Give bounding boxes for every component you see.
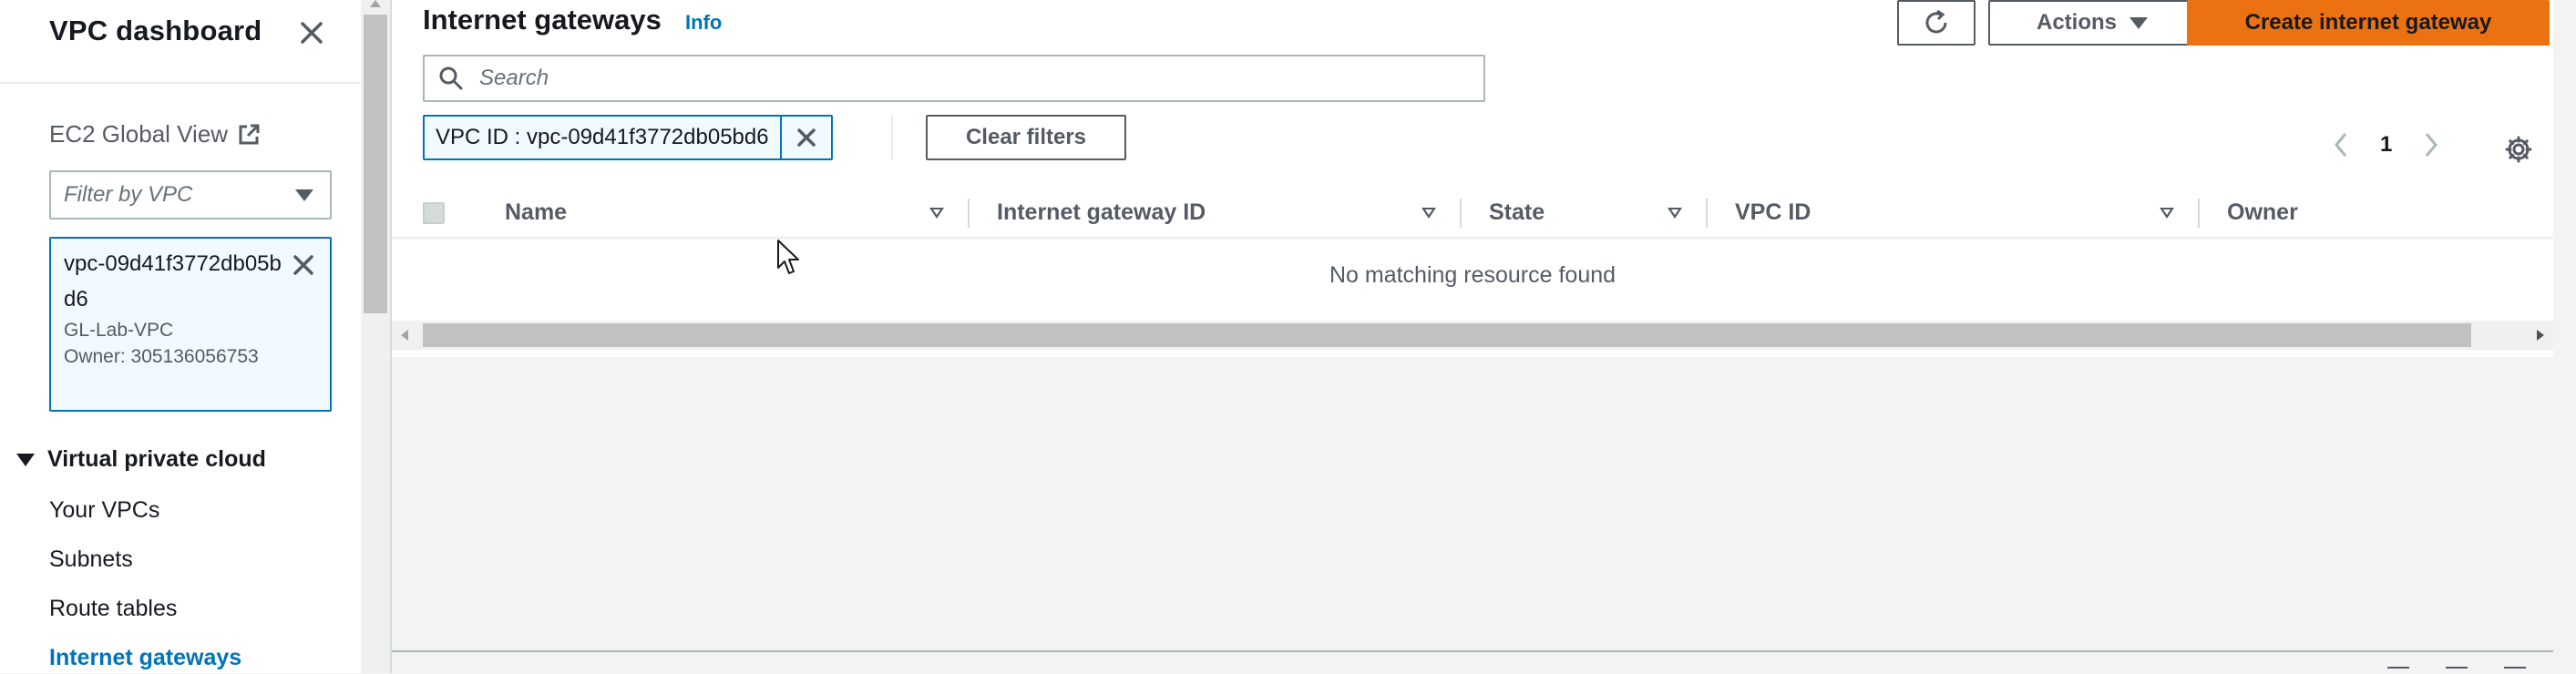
column-divider[interactable] — [1706, 199, 1708, 228]
pagination: 1 — [2333, 131, 2439, 158]
column-header-name[interactable]: Name — [505, 188, 567, 237]
sidebar-item-route-tables[interactable]: Route tables — [49, 596, 177, 622]
column-label: Internet gateway ID — [997, 199, 1206, 225]
sidebar-item-internet-gateways[interactable]: Internet gateways — [49, 645, 241, 671]
filter-token: VPC ID : vpc-09d41f3772db05bd6 — [423, 115, 833, 160]
sidebar-title: VPC dashboard — [49, 15, 262, 46]
ec2-global-view-label: EC2 Global View — [49, 120, 229, 148]
external-link-icon — [239, 124, 260, 144]
selected-vpc-name: GL-Lab-VPC — [64, 320, 174, 341]
sidebar-scrollbar[interactable] — [361, 0, 390, 673]
selected-vpc-owner: Owner: 305136056753 — [64, 346, 259, 367]
column-label: Name — [505, 199, 568, 225]
current-page-number[interactable]: 1 — [2380, 132, 2392, 158]
refresh-button[interactable] — [1897, 0, 1976, 46]
section-virtual-private-cloud[interactable]: Virtual private cloud — [16, 446, 266, 473]
column-divider[interactable] — [1460, 199, 1462, 228]
column-header-vpc-id[interactable]: VPC ID — [1735, 188, 1811, 237]
horizontal-scrollbar-thumb[interactable] — [423, 323, 2471, 347]
sidebar-scrollbar-thumb[interactable] — [364, 15, 387, 313]
page-title: Internet gateways — [423, 4, 662, 36]
search-icon — [439, 66, 463, 90]
sidebar-item-subnets[interactable]: Subnets — [49, 546, 133, 573]
previous-page-icon[interactable] — [2333, 131, 2349, 158]
search-bar[interactable] — [423, 55, 1485, 102]
filter-token-label: VPC ID : vpc-09d41f3772db05bd6 — [425, 117, 782, 158]
info-link[interactable]: Info — [685, 11, 722, 35]
column-label: Owner — [2227, 199, 2298, 225]
search-input[interactable] — [477, 65, 1465, 92]
close-icon — [796, 128, 816, 147]
vpc-filter-select[interactable]: Filter by VPC — [49, 170, 332, 220]
mouse-cursor-icon — [777, 240, 799, 274]
column-header-owner[interactable]: Owner — [2227, 188, 2298, 237]
caret-down-icon — [2130, 16, 2148, 29]
remove-vpc-icon[interactable] — [290, 251, 317, 279]
clear-filters-button[interactable]: Clear filters — [926, 115, 1126, 160]
select-all-checkbox[interactable] — [423, 202, 445, 224]
column-header-internet-gateway-id[interactable]: Internet gateway ID — [997, 188, 1206, 237]
sidebar-header: VPC dashboard — [0, 0, 361, 84]
sidebar: VPC dashboard EC2 Global View Filter by … — [0, 0, 361, 673]
selected-vpc-card: vpc-09d41f3772db05bd6 GL-Lab-VPC Owner: … — [49, 237, 332, 412]
actions-label: Actions — [2036, 10, 2117, 35]
close-icon[interactable] — [295, 16, 328, 49]
column-label: VPC ID — [1735, 199, 1811, 225]
split-panel-divider[interactable] — [392, 650, 2553, 652]
section-label: Virtual private cloud — [47, 446, 266, 472]
scroll-left-arrow-icon[interactable] — [401, 330, 408, 341]
next-page-icon[interactable] — [2423, 131, 2439, 158]
filter-separator — [891, 115, 893, 160]
vpc-filter-placeholder: Filter by VPC — [64, 182, 193, 207]
internet-gateways-panel: Internet gateways Info Actions Create in… — [392, 0, 2553, 357]
actions-button[interactable]: Actions — [1988, 0, 2196, 46]
gear-icon[interactable] — [2504, 135, 2533, 164]
column-label: State — [1489, 199, 1545, 225]
table-header: Name Internet gateway ID State VPC ID Ow… — [392, 188, 2553, 239]
create-internet-gateway-button[interactable]: Create internet gateway — [2187, 0, 2550, 46]
refresh-icon — [1925, 9, 1947, 34]
scroll-up-arrow-icon[interactable] — [370, 0, 381, 7]
caret-down-icon — [295, 189, 313, 201]
selected-vpc-id: vpc-09d41f3772db05bd6 — [64, 251, 282, 311]
scroll-right-arrow-icon[interactable] — [2537, 330, 2544, 341]
ec2-global-view-link[interactable]: EC2 Global View — [49, 120, 261, 148]
table-horizontal-scrollbar[interactable] — [392, 321, 2553, 350]
column-divider[interactable] — [968, 199, 970, 228]
column-header-state[interactable]: State — [1489, 188, 1545, 237]
column-divider[interactable] — [2198, 199, 2200, 228]
empty-table-message: No matching resource found — [1329, 262, 1616, 288]
remove-filter-button[interactable] — [782, 117, 831, 158]
sidebar-item-your-vpcs[interactable]: Your VPCs — [49, 497, 159, 524]
caret-down-icon — [16, 453, 35, 466]
